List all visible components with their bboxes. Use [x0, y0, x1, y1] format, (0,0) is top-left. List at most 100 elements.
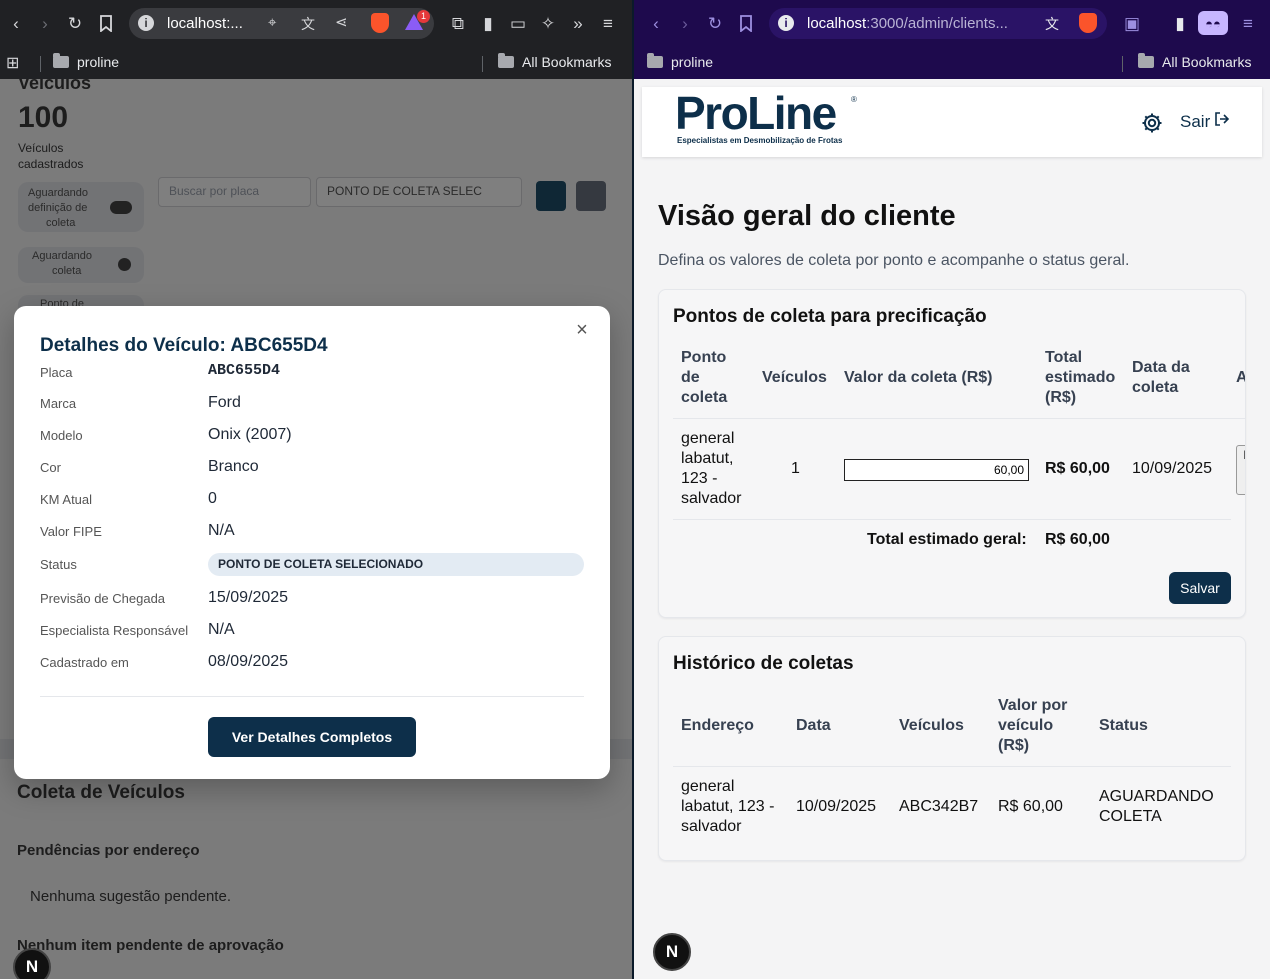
app-header: ProLine ® Especialistas em Desmobilizaçã… — [642, 87, 1262, 157]
button-line: dat — [1237, 478, 1245, 493]
right-bookmarks-bar: proline All Bookmarks — [634, 47, 1270, 79]
logout-button[interactable]: Sair — [1180, 111, 1230, 132]
view-full-details-button[interactable]: Ver Detalhes Completos — [208, 717, 416, 757]
left-bookmarks-bar: ⊞ proline All Bookmarks — [0, 47, 632, 79]
field-label-previsao: Previsão de Chegada — [40, 591, 166, 606]
cell-line: general — [681, 430, 735, 447]
header-line: de — [681, 369, 700, 386]
field-label-placa: Placa — [40, 365, 73, 380]
propor-nova-data-button[interactable]: Prop nov dat — [1236, 445, 1245, 495]
cell-total-estimado: R$ 60,00 — [1045, 460, 1110, 477]
private-window-icon[interactable]: ◓◓ — [1198, 11, 1228, 35]
logout-icon — [1214, 111, 1230, 132]
forward-icon[interactable]: › — [673, 11, 697, 35]
left-browser-toolbar: ‹ › ↻ i localhost:... ⌖ 文 ⋖ 1 ⧉ ▮ ▭ ✧ » … — [0, 0, 632, 47]
translate-icon[interactable]: 文 — [301, 14, 315, 34]
reload-icon[interactable]: ↻ — [703, 11, 727, 35]
total-geral-label: Total estimado geral: — [867, 531, 1027, 548]
menu-icon[interactable]: ≡ — [596, 11, 620, 35]
field-value-previsao: 15/09/2025 — [208, 589, 289, 606]
translate-icon[interactable]: 文 — [1045, 14, 1059, 34]
url-path: :3000/admin/clients... — [866, 15, 1008, 32]
address-bar[interactable]: i localhost:... ⌖ 文 ⋖ 1 — [129, 8, 434, 39]
total-geral-value: R$ 60,00 — [1045, 531, 1110, 548]
search-tab-icon[interactable]: ▣ — [1120, 11, 1144, 35]
share-icon[interactable]: ⋖ — [335, 13, 348, 31]
proline-logo[interactable]: ProLine ® Especialistas em Desmobilizaçã… — [675, 87, 857, 145]
field-value-km: 0 — [208, 490, 217, 507]
extensions-icon[interactable]: ⧉ — [446, 11, 470, 35]
sidebar-icon[interactable]: ▮ — [476, 11, 500, 35]
valor-coleta-input[interactable] — [844, 459, 1029, 481]
field-value-cor: Branco — [208, 458, 259, 475]
brave-shield-icon[interactable] — [371, 13, 389, 33]
col-header-endereco: Endereço — [681, 717, 754, 734]
historico-card-title: Histórico de coletas — [673, 653, 854, 674]
field-value-fipe: N/A — [208, 522, 235, 539]
sidebar-icon[interactable]: ▮ — [1168, 11, 1192, 35]
logo-wordmark: ProLine — [675, 87, 837, 139]
cell-line: AGUARDANDO — [1099, 788, 1214, 805]
cell-line: salvador — [681, 490, 742, 507]
header-line: Total — [1045, 349, 1083, 366]
col-header-valor: Valor da coleta (R$) — [844, 369, 993, 386]
back-icon[interactable]: ‹ — [4, 11, 28, 35]
close-icon[interactable]: × — [572, 319, 592, 341]
row-divider — [673, 418, 1245, 419]
field-value-modelo: Onix (2007) — [208, 426, 292, 443]
hist-cell-data: 10/09/2025 — [796, 798, 877, 815]
all-bookmarks[interactable]: All Bookmarks — [498, 53, 611, 70]
bookmark-icon[interactable] — [734, 11, 758, 35]
nextjs-dev-badge[interactable]: N — [13, 948, 51, 979]
header-line: coleta — [681, 389, 728, 406]
more-tools-icon[interactable]: » — [566, 11, 590, 35]
cell-line: labatut, 123 - — [681, 798, 775, 815]
apps-grid-icon[interactable]: ⊞ — [6, 53, 19, 73]
col-header-data: Data da coleta — [1132, 358, 1190, 398]
back-icon[interactable]: ‹ — [644, 11, 668, 35]
reload-icon[interactable]: ↻ — [63, 11, 87, 35]
modal-divider — [40, 696, 584, 697]
field-label-modelo: Modelo — [40, 428, 83, 443]
vehicle-details-modal: Detalhes do Veículo: ABC655D4 × Placa AB… — [14, 306, 610, 779]
page-title: Visão geral do cliente — [658, 200, 956, 232]
bookmark-separator — [1122, 56, 1123, 72]
notification-badge: 1 — [417, 10, 430, 23]
site-info-icon[interactable]: i — [778, 15, 794, 31]
folder-icon — [1138, 53, 1154, 68]
address-bar[interactable]: i localhost:3000/admin/clients... 文 — [769, 8, 1107, 39]
wallet-icon[interactable]: ▭ — [506, 11, 530, 35]
all-bookmarks-label: All Bookmarks — [1162, 54, 1252, 70]
header-line: (R$) — [998, 737, 1030, 754]
col-header-status: Status — [1099, 717, 1148, 734]
bookmark-folder-label: proline — [77, 54, 120, 70]
bookmark-icon[interactable] — [94, 11, 118, 35]
pontos-card-title: Pontos de coleta para precificação — [673, 306, 987, 327]
col-header-valor: Valor por veículo (R$) — [998, 696, 1067, 756]
location-icon[interactable]: ⌖ — [268, 14, 276, 31]
nextjs-dev-badge[interactable]: N — [653, 933, 691, 971]
header-line: Valor por — [998, 697, 1068, 714]
site-info-icon[interactable]: i — [138, 15, 154, 31]
brave-shield-icon[interactable] — [1079, 13, 1097, 33]
url-text: localhost:... — [167, 15, 243, 32]
col-header-veiculos: Veículos — [899, 717, 964, 734]
right-browser-window: ‹ › ↻ i localhost:3000/admin/clients... … — [634, 0, 1270, 979]
row-divider — [673, 766, 1231, 767]
save-button[interactable]: Salvar — [1169, 572, 1231, 604]
hist-cell-status: AGUARDANDO COLETA — [1099, 787, 1214, 827]
menu-icon[interactable]: ≡ — [1236, 11, 1260, 35]
col-header-ponto: Ponto de coleta — [681, 348, 727, 408]
field-label-marca: Marca — [40, 396, 77, 411]
header-line: estimado — [1045, 369, 1116, 386]
forward-icon[interactable]: › — [33, 11, 57, 35]
hist-cell-valor: R$ 60,00 — [998, 798, 1063, 815]
header-line: Ponto — [681, 349, 727, 366]
all-bookmarks[interactable]: All Bookmarks — [1138, 53, 1252, 70]
gear-icon[interactable] — [1140, 111, 1164, 135]
modal-title: Detalhes do Veículo: ABC655D4 — [40, 335, 328, 356]
bookmark-folder-proline[interactable]: proline — [53, 53, 120, 70]
bookmark-folder-proline[interactable]: proline — [647, 53, 713, 70]
field-value-especialista: N/A — [208, 621, 235, 638]
leo-ai-icon[interactable]: ✧ — [536, 11, 560, 35]
